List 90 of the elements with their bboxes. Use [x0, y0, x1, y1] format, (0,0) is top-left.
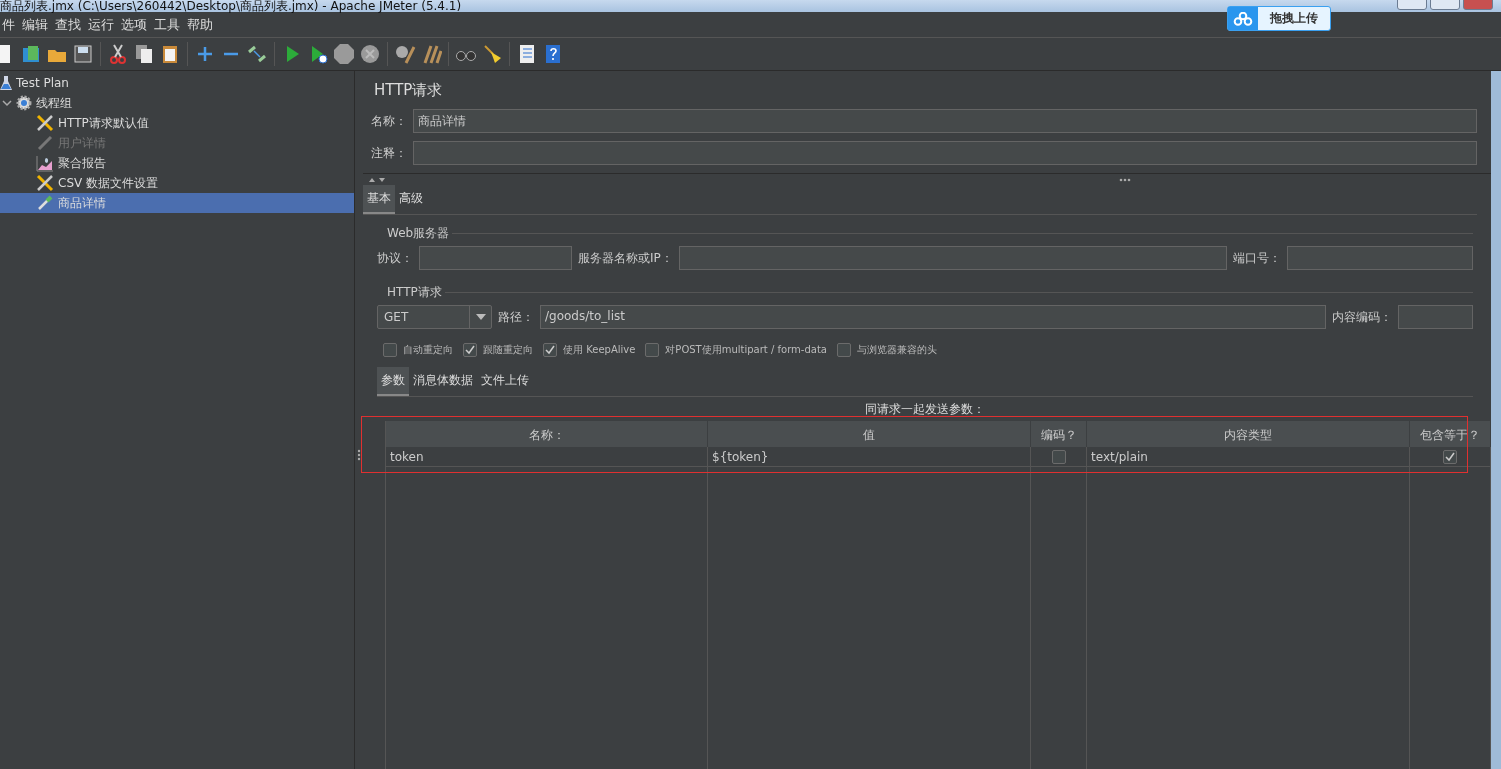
menu-item[interactable]: 查找: [55, 15, 86, 34]
checkbox[interactable]: [543, 343, 557, 357]
field-label: 注释：: [371, 144, 407, 162]
panel-title: HTTP请求: [373, 79, 444, 101]
path-field[interactable]: /goods/to_list: [540, 305, 1326, 329]
port-field[interactable]: [1287, 246, 1473, 270]
copy-icon[interactable]: [133, 43, 155, 65]
method-select[interactable]: GET: [377, 305, 492, 329]
templates-icon[interactable]: [20, 43, 42, 65]
shutdown-icon[interactable]: [359, 43, 381, 65]
menu-item[interactable]: 运行: [88, 15, 119, 34]
checkbox[interactable]: [645, 343, 660, 357]
checkbox-label: 自动重定向: [403, 343, 453, 357]
clear-icon[interactable]: [394, 43, 416, 65]
tree-item-label: Test Plan: [16, 76, 69, 90]
field-label: 路径：: [498, 308, 534, 326]
gear-icon: [16, 95, 32, 111]
section-legend: Web服务器: [387, 225, 450, 242]
checkbox-label: 与浏览器兼容的头: [856, 343, 937, 357]
column-header[interactable]: 名称：: [386, 421, 708, 447]
checkbox[interactable]: [836, 343, 851, 357]
table-cell: ${token}: [708, 447, 1031, 467]
menu-item[interactable]: 工具: [154, 15, 185, 34]
tree-item[interactable]: 线程组: [0, 93, 354, 113]
flask-icon: [0, 75, 12, 91]
menu-item[interactable]: 件: [2, 15, 20, 34]
tree-item[interactable]: HTTP请求默认值: [0, 113, 354, 133]
grip-icon[interactable]: [1119, 177, 1131, 182]
tree-item[interactable]: Test Plan: [0, 73, 354, 93]
checkbox-label: 跟随重定向: [483, 343, 533, 357]
field-label: 服务器名称或IP：: [578, 249, 673, 267]
encoding-field[interactable]: [1398, 305, 1473, 329]
table-cell: text/plain: [1087, 447, 1410, 467]
checkbox[interactable]: [1443, 449, 1457, 464]
pen-icon: [36, 134, 54, 152]
name-field[interactable]: 商品详情: [413, 109, 1477, 133]
tools-icon: [36, 114, 54, 132]
field-label: 内容编码：: [1332, 308, 1392, 326]
menu-item[interactable]: 帮助: [187, 15, 218, 34]
tree-item-label: CSV 数据文件设置: [58, 174, 159, 192]
tree-item[interactable]: 聚合报告: [0, 153, 354, 173]
menu-item[interactable]: 编辑: [22, 15, 53, 34]
field-label: 名称：: [371, 112, 407, 130]
field-label: 协议：: [377, 249, 413, 267]
upload-button[interactable]: 拖拽上传: [1227, 6, 1331, 31]
menu-item[interactable]: 选项: [121, 15, 152, 34]
server-field[interactable]: [678, 246, 1227, 270]
checkbox-label: 对POST使用multipart / form-data: [665, 343, 827, 357]
checkbox[interactable]: [383, 343, 397, 357]
column-header[interactable]: 编码？: [1031, 421, 1087, 447]
drag-handle-icon[interactable]: [357, 449, 361, 461]
table-cell: token: [386, 447, 708, 467]
check-icon: [545, 345, 555, 355]
dropdown-arrow-icon: [475, 314, 486, 320]
tools-icon: [36, 174, 54, 192]
chart-icon: [36, 154, 54, 172]
field-label: 端口号：: [1233, 249, 1281, 267]
tree-item-label: HTTP请求默认值: [58, 114, 149, 132]
tree-item[interactable]: 商品详情: [0, 193, 354, 213]
tree-item-label: 线程组: [36, 94, 72, 112]
column-header[interactable]: 包含等于？: [1410, 421, 1491, 447]
chevron-icon[interactable]: [2, 98, 12, 108]
tab[interactable]: 基本: [363, 185, 395, 214]
broom-icon[interactable]: [481, 43, 503, 65]
window-title: 商品列表.jmx (C:\Users\260442\Desktop\商品列表.jmx) - Apache JMeter (5.4.1): [0, 0, 462, 12]
scissors-icon[interactable]: [107, 43, 129, 65]
comment-field[interactable]: [413, 141, 1477, 165]
checkbox-label: 使用 KeepAlive: [563, 343, 636, 357]
cloud-icon: [1233, 11, 1253, 26]
toggle-icon[interactable]: [246, 43, 268, 65]
tree-item-label: 聚合报告: [58, 154, 106, 172]
section-legend: HTTP请求: [387, 284, 442, 301]
protocol-field[interactable]: [419, 246, 572, 270]
stop-icon[interactable]: [333, 43, 355, 65]
pipette-icon: [36, 194, 54, 212]
column-header[interactable]: 值: [708, 421, 1031, 447]
tab[interactable]: 参数: [377, 367, 409, 396]
check-icon: [1445, 451, 1455, 462]
tree-item-label: 商品详情: [58, 194, 106, 212]
tab[interactable]: 消息体数据: [409, 367, 477, 396]
check-icon: [465, 345, 475, 355]
tree-item[interactable]: CSV 数据文件设置: [0, 173, 354, 193]
tab[interactable]: 文件上传: [477, 367, 533, 396]
tab[interactable]: 高级: [395, 185, 427, 214]
save-icon[interactable]: [72, 43, 94, 65]
collapse-arrows-icon[interactable]: [369, 176, 387, 183]
checkbox[interactable]: [463, 343, 477, 357]
checkbox[interactable]: [1051, 449, 1066, 464]
table-caption: 同请求一起发送参数：: [865, 400, 985, 418]
column-header[interactable]: 内容类型: [1087, 421, 1410, 447]
